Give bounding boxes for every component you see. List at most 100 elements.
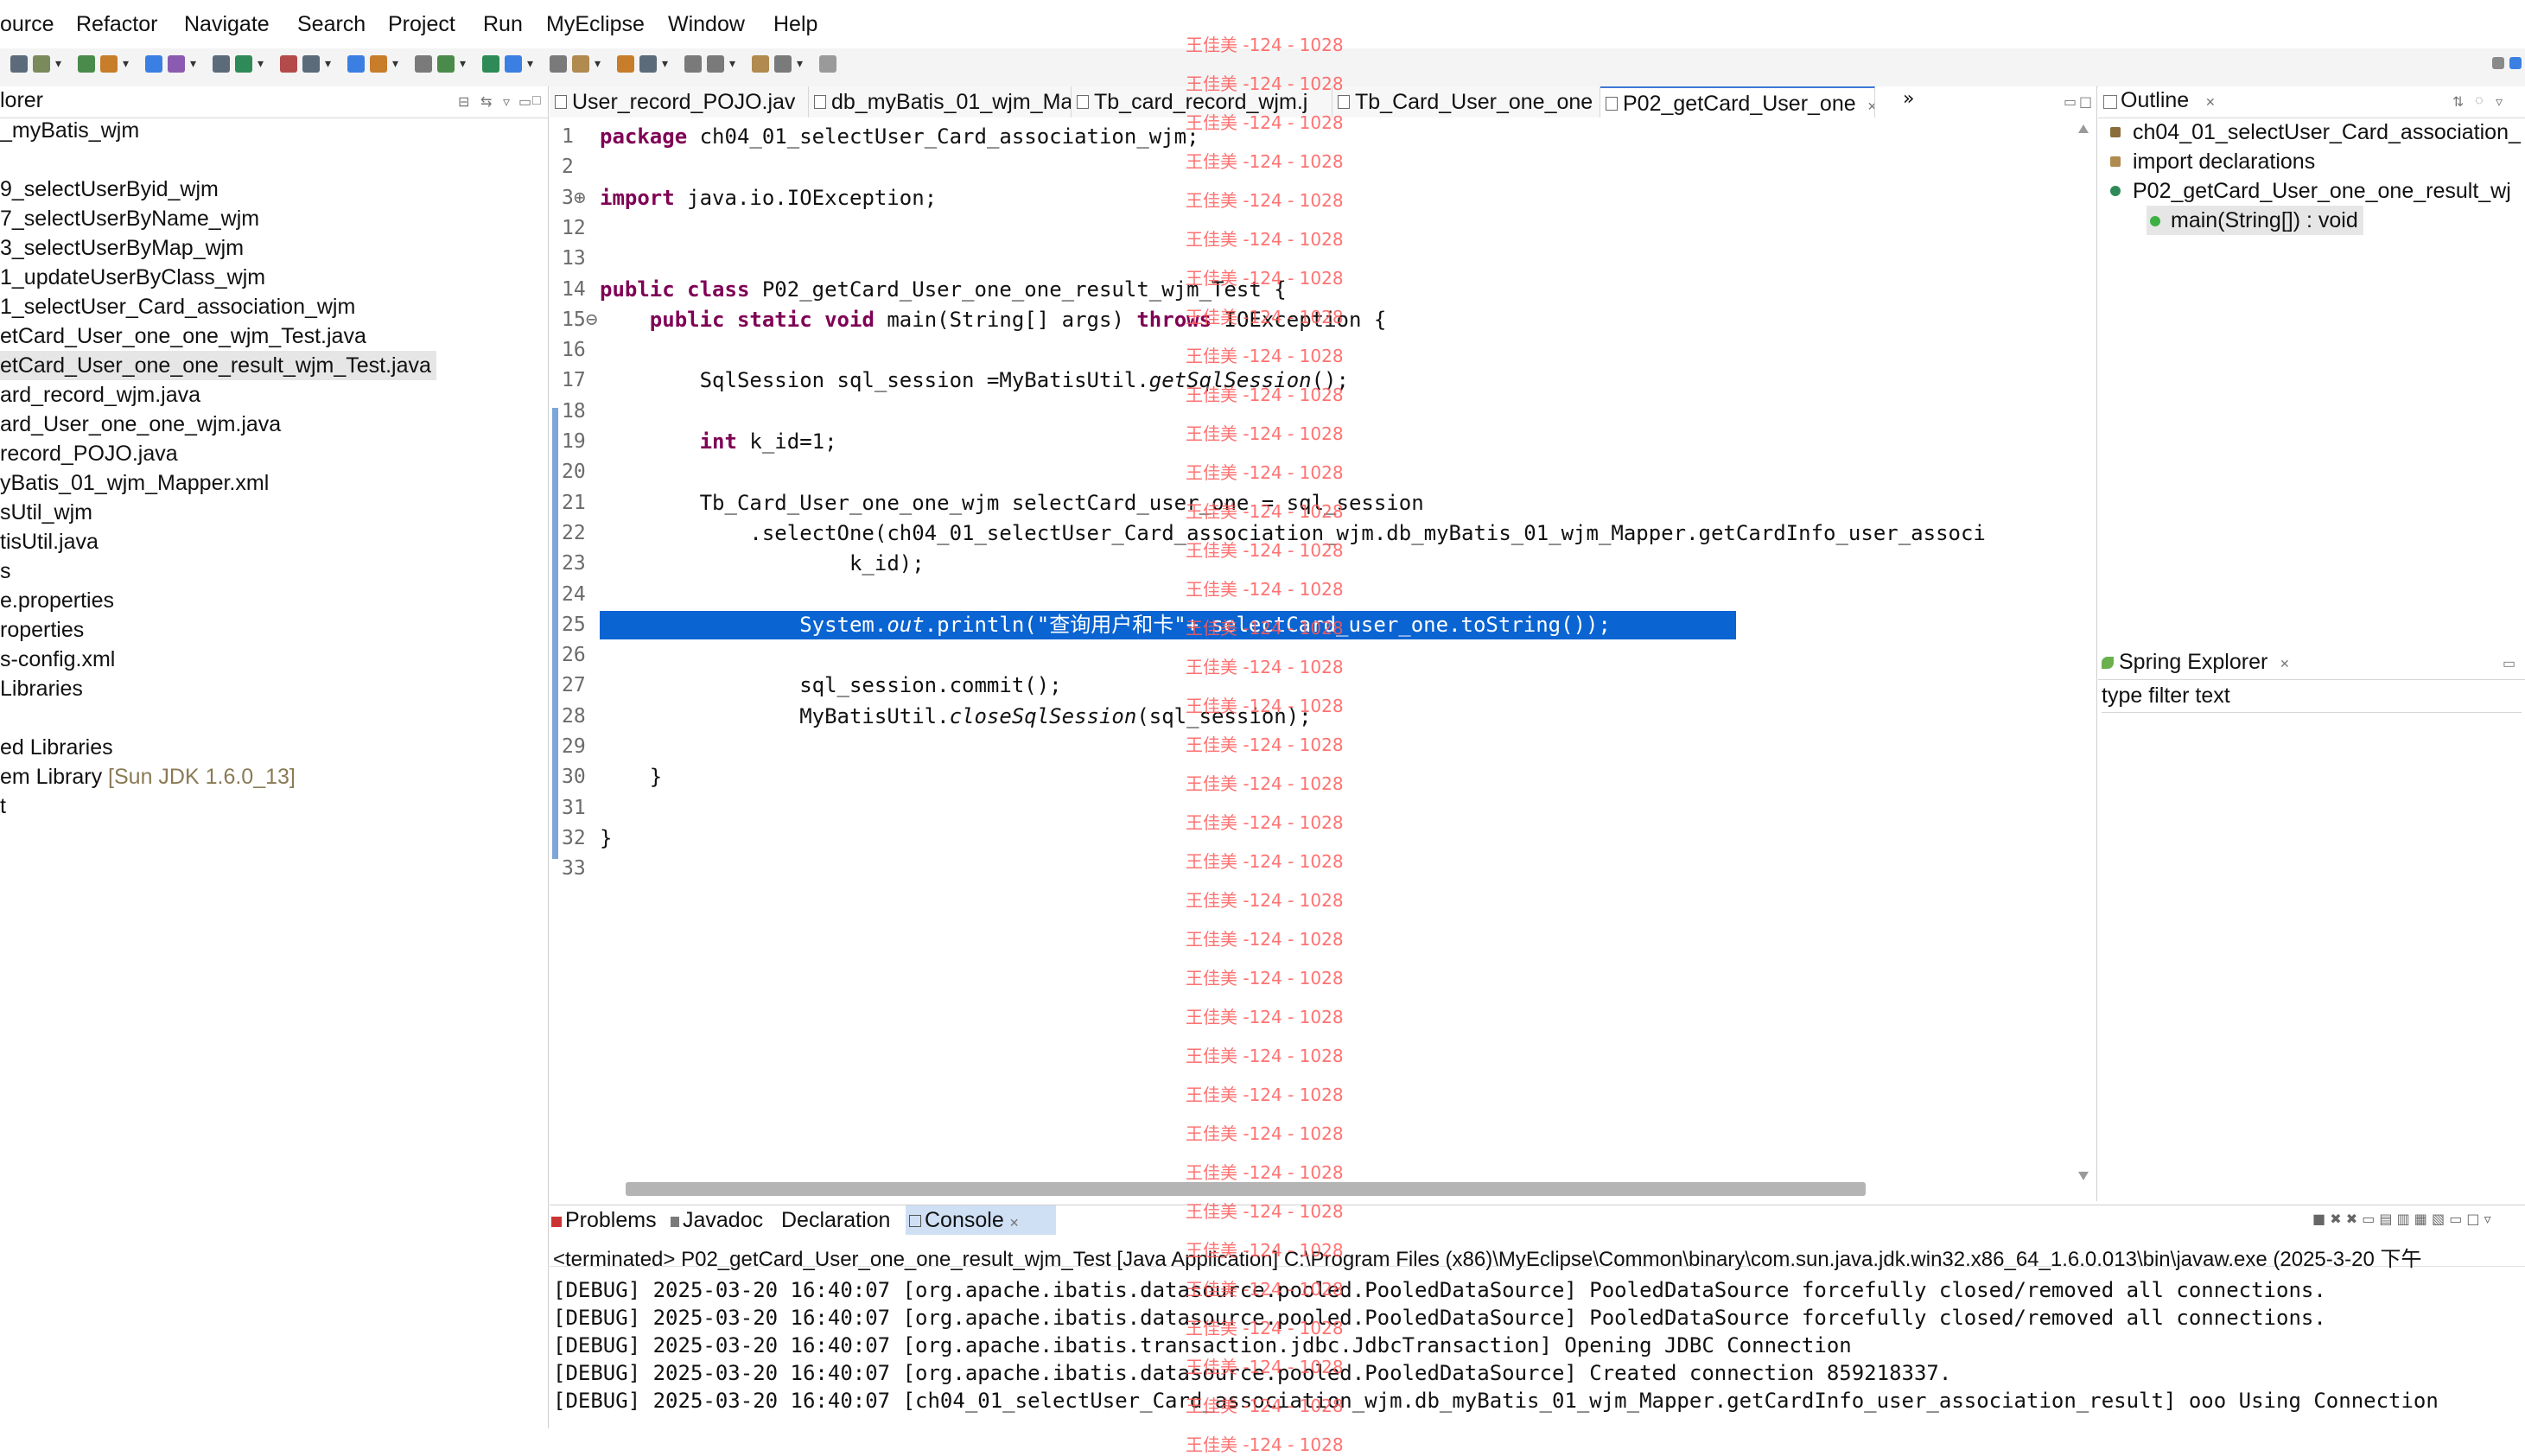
tab-user-record-pojo[interactable]: User_record_POJO.jav bbox=[550, 86, 809, 118]
toolbar-dropdown-icon[interactable]: ▾ bbox=[55, 57, 61, 71]
toolbar-button-icon[interactable] bbox=[145, 55, 162, 73]
sort-icon[interactable]: ⇅ bbox=[2452, 93, 2464, 111]
toolbar-dropdown-icon[interactable]: ▾ bbox=[527, 57, 533, 71]
view-menu-icon[interactable]: ▿ bbox=[2496, 93, 2503, 111]
minimize-icon[interactable]: ▭ bbox=[2064, 93, 2077, 110]
perspective-icon[interactable] bbox=[2492, 57, 2504, 69]
console-toolbar[interactable]: ■ ✖ ✖ ▭ ▤ ▥ ▦ ▧ ▭ □ ▿ bbox=[2312, 1211, 2491, 1227]
code-line[interactable]: public class P02_getCard_User_one_one_re… bbox=[600, 276, 1287, 304]
toolbar-dropdown-icon[interactable]: ▾ bbox=[123, 57, 129, 71]
toolbar-button-icon[interactable] bbox=[347, 55, 365, 73]
tree-item[interactable]: 9_selectUserByid_wjm bbox=[0, 175, 224, 204]
tree-item[interactable]: e.properties bbox=[0, 586, 119, 615]
close-icon[interactable]: ✕ bbox=[1009, 1216, 1020, 1230]
tree-item[interactable]: etCard_User_one_one_result_wjm_Test.java bbox=[0, 351, 436, 380]
toolbar-dropdown-icon[interactable]: ▾ bbox=[662, 57, 668, 71]
menu-help[interactable]: Help bbox=[773, 12, 817, 37]
tab-javadoc[interactable]: Javadoc bbox=[671, 1205, 778, 1235]
toolbar-button-icon[interactable] bbox=[819, 55, 836, 73]
toolbar-button-icon[interactable] bbox=[505, 55, 522, 73]
horizontal-scrollbar[interactable] bbox=[626, 1182, 1866, 1196]
toolbar-button-icon[interactable] bbox=[415, 55, 432, 73]
toolbar-button-icon[interactable] bbox=[550, 55, 567, 73]
toolbar-button-icon[interactable] bbox=[100, 55, 118, 73]
tree-item[interactable]: sUtil_wjm bbox=[0, 498, 98, 527]
hide-fields-icon[interactable]: ◌ bbox=[2475, 93, 2484, 109]
tree-item[interactable]: 1_selectUser_Card_association_wjm bbox=[0, 292, 360, 321]
maximize-icon[interactable]: □ bbox=[2079, 93, 2092, 110]
code-line[interactable]: k_id); bbox=[600, 550, 925, 578]
tree-item[interactable]: t bbox=[0, 792, 11, 821]
tree-item[interactable]: yBatis_01_wjm_Mapper.xml bbox=[0, 468, 274, 498]
tree-item[interactable]: 1_updateUserByClass_wjm bbox=[0, 263, 270, 292]
tree-item[interactable]: roperties bbox=[0, 615, 89, 645]
filter-input[interactable]: type filter text bbox=[2102, 681, 2522, 713]
menu-refactor[interactable]: Refactor bbox=[76, 12, 157, 37]
toolbar-button-icon[interactable] bbox=[639, 55, 657, 73]
menu-search[interactable]: Search bbox=[297, 12, 366, 37]
toolbar-dropdown-icon[interactable]: ▾ bbox=[729, 57, 735, 71]
minimize-icon[interactable]: ▭ bbox=[2503, 655, 2515, 672]
tree-item[interactable]: tisUtil.java bbox=[0, 527, 104, 556]
outline-package[interactable]: ch04_01_selectUser_Card_association_ bbox=[2110, 118, 2521, 147]
code-line[interactable]: import java.io.IOException; bbox=[600, 184, 937, 213]
tree-item[interactable]: s-config.xml bbox=[0, 645, 120, 674]
tab-p02-getcard[interactable]: P02_getCard_User_one ✕ bbox=[1600, 86, 1875, 118]
minimize-icon[interactable]: ▭ bbox=[518, 93, 531, 111]
outline-imports[interactable]: import declarations bbox=[2110, 147, 2315, 176]
code-line[interactable]: int k_id=1; bbox=[600, 428, 837, 456]
toolbar-button-icon[interactable] bbox=[617, 55, 634, 73]
tree-item[interactable]: 3_selectUserByMap_wjm bbox=[0, 233, 249, 263]
toolbar-dropdown-icon[interactable]: ▾ bbox=[258, 57, 264, 71]
toolbar-dropdown-icon[interactable]: ▾ bbox=[797, 57, 803, 71]
code-line[interactable]: System.out.println("查询用户和卡"+ selectCard_… bbox=[600, 611, 1611, 639]
tab-db-mybatis-mapper[interactable]: db_myBatis_01_wjm_Ma bbox=[809, 86, 1072, 118]
toolbar-button-icon[interactable] bbox=[370, 55, 387, 73]
code-line[interactable]: sql_session.commit(); bbox=[600, 671, 1061, 700]
tree-item[interactable]: _myBatis_wjm bbox=[0, 116, 144, 145]
toolbar-button-icon[interactable] bbox=[437, 55, 455, 73]
menu-myeclipse[interactable]: MyEclipse bbox=[546, 12, 645, 37]
toolbar-dropdown-icon[interactable]: ▾ bbox=[325, 57, 331, 71]
close-icon[interactable]: ✕ bbox=[1867, 99, 1874, 113]
maximize-icon[interactable]: □ bbox=[532, 93, 541, 109]
tree-item[interactable]: em Library [Sun JDK 1.6.0_13] bbox=[0, 762, 301, 792]
tree-item[interactable]: ed Libraries bbox=[0, 733, 118, 762]
menu-window[interactable]: Window bbox=[668, 12, 745, 37]
link-editor-icon[interactable]: ⇆ bbox=[480, 93, 492, 111]
menu-run[interactable]: Run bbox=[483, 12, 523, 37]
toolbar-button-icon[interactable] bbox=[707, 55, 724, 73]
toolbar-button-icon[interactable] bbox=[302, 55, 320, 73]
outline-class[interactable]: P02_getCard_User_one_one_result_wj bbox=[2110, 176, 2511, 206]
code-line[interactable]: } bbox=[600, 763, 662, 792]
close-icon[interactable]: ✕ bbox=[2280, 657, 2290, 671]
tree-item[interactable]: s bbox=[0, 556, 16, 586]
vertical-scrollbar[interactable] bbox=[2076, 121, 2091, 1184]
tree-item[interactable]: ard_User_one_one_wjm.java bbox=[0, 410, 286, 439]
toolbar-button-icon[interactable] bbox=[10, 55, 28, 73]
toolbar-button-icon[interactable] bbox=[572, 55, 589, 73]
toolbar-button-icon[interactable] bbox=[752, 55, 769, 73]
tab-tb-card-user[interactable]: Tb_Card_User_one_one bbox=[1332, 86, 1600, 118]
menu-navigate[interactable]: Navigate bbox=[184, 12, 270, 37]
tree-item[interactable]: 7_selectUserByName_wjm bbox=[0, 204, 264, 233]
toolbar-button-icon[interactable] bbox=[168, 55, 185, 73]
code-line[interactable]: } bbox=[600, 824, 612, 853]
code-line[interactable]: package ch04_01_selectUser_Card_associat… bbox=[600, 123, 1199, 151]
perspective-icon[interactable] bbox=[2509, 57, 2522, 69]
menu-project[interactable]: Project bbox=[388, 12, 455, 37]
tree-item[interactable]: ard_record_wjm.java bbox=[0, 380, 206, 410]
toolbar-dropdown-icon[interactable]: ▾ bbox=[392, 57, 398, 71]
toolbar-button-icon[interactable] bbox=[684, 55, 702, 73]
outline-main-method[interactable]: main(String[]) : void bbox=[2147, 206, 2363, 235]
tab-console[interactable]: Console ✕ bbox=[906, 1205, 1056, 1235]
menu-source[interactable]: ource bbox=[0, 12, 54, 37]
close-icon[interactable]: ✕ bbox=[2205, 95, 2216, 110]
toolbar-dropdown-icon[interactable]: ▾ bbox=[190, 57, 196, 71]
toolbar-button-icon[interactable] bbox=[482, 55, 499, 73]
toolbar-button-icon[interactable] bbox=[774, 55, 792, 73]
toolbar-dropdown-icon[interactable]: ▾ bbox=[460, 57, 466, 71]
toolbar-button-icon[interactable] bbox=[33, 55, 50, 73]
collapse-all-icon[interactable]: ⊟ bbox=[458, 93, 469, 111]
toolbar-button-icon[interactable] bbox=[213, 55, 230, 73]
